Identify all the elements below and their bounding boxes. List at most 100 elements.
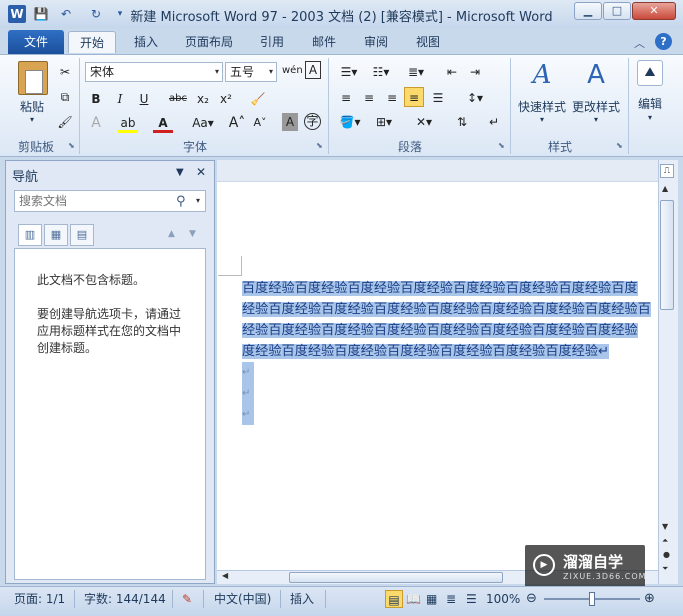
font-family-combo[interactable]: 宋体 ▾	[85, 62, 223, 82]
paragraph-mark[interactable]: ↵	[242, 404, 254, 425]
nav-tab-headings-icon[interactable]: ▥	[18, 224, 42, 246]
horizontal-scroll-thumb[interactable]	[289, 572, 503, 583]
copy-icon[interactable]: ⧉	[55, 87, 75, 107]
nav-tab-results-icon[interactable]: ▤	[70, 224, 94, 246]
full-screen-reading-view-icon[interactable]: 📖	[406, 590, 421, 608]
previous-page-icon[interactable]: ⏶	[662, 536, 668, 546]
document-page[interactable]	[217, 160, 658, 570]
tab-references[interactable]: 引用	[252, 31, 292, 53]
minimize-ribbon-icon[interactable]: ︿	[634, 35, 645, 51]
shading-icon[interactable]: 🪣▾	[336, 112, 364, 132]
status-insert-mode[interactable]: 插入	[290, 590, 314, 608]
close-button[interactable]: ✕	[632, 2, 676, 20]
status-zoom-level[interactable]: 100%	[486, 590, 520, 608]
strikethrough-icon[interactable]: abc	[168, 89, 188, 109]
print-layout-view-icon[interactable]: ▤	[385, 590, 403, 608]
status-page-count[interactable]: 页面: 1/1	[14, 590, 65, 608]
character-border-icon[interactable]: A	[305, 61, 321, 79]
cut-icon[interactable]: ✂	[55, 62, 75, 82]
zoom-in-icon[interactable]: ⊕	[644, 590, 655, 608]
tab-insert[interactable]: 插入	[124, 31, 168, 53]
quick-styles-icon[interactable]: A	[526, 60, 558, 92]
line-spacing-icon[interactable]: ↕▾	[462, 88, 488, 108]
nav-tab-pages-icon[interactable]: ▦	[44, 224, 68, 246]
editing-button[interactable]: 编辑	[632, 95, 668, 112]
document-line[interactable]: 度经验百度经验百度经验百度经验百度经验百度经验百度经验↵	[242, 341, 658, 362]
paste-button[interactable]: 粘贴	[14, 98, 50, 115]
highlight-color-icon[interactable]: ab	[118, 113, 138, 133]
change-styles-dropdown-icon[interactable]: ▾	[590, 115, 602, 124]
bullets-icon[interactable]: ☰▾	[336, 62, 362, 82]
align-left-icon[interactable]: ≡	[336, 88, 356, 108]
quick-styles-dropdown-icon[interactable]: ▾	[536, 115, 548, 124]
font-launcher-icon[interactable]: ⬊	[316, 141, 325, 150]
paragraph-mark[interactable]: ↵	[242, 383, 254, 404]
nav-options-icon[interactable]: ▼	[176, 167, 184, 178]
scroll-left-icon[interactable]: ◀	[222, 571, 228, 580]
distributed-icon[interactable]: ☰	[428, 88, 448, 108]
subscript-icon[interactable]: x₂	[193, 89, 213, 109]
underline-icon[interactable]: U	[134, 89, 154, 109]
scroll-up-icon[interactable]: ▲	[662, 184, 668, 193]
nav-close-icon[interactable]: ✕	[196, 165, 206, 179]
align-right-icon[interactable]: ≡	[382, 88, 402, 108]
status-language[interactable]: 中文(中国)	[214, 590, 271, 608]
tab-file[interactable]: 文件	[8, 30, 64, 54]
maximize-button[interactable]: □	[603, 2, 631, 20]
shrink-font-icon[interactable]: A˅	[250, 113, 270, 133]
justify-icon[interactable]: ≡	[404, 87, 424, 107]
scroll-down-icon[interactable]: ▼	[662, 522, 668, 531]
select-browse-object-icon[interactable]: ●	[663, 550, 670, 559]
editing-dropdown-icon[interactable]: ▾	[644, 113, 656, 122]
tab-page-layout[interactable]: 页面布局	[176, 31, 242, 53]
format-painter-icon[interactable]: 🖌	[55, 112, 75, 132]
sort-icon[interactable]: ⇅	[452, 112, 472, 132]
character-shading-icon[interactable]: A	[282, 113, 298, 131]
document-line[interactable]: 百度经验百度经验百度经验百度经验百度经验百度经验百度经验百度	[242, 278, 658, 299]
increase-indent-icon[interactable]: ⇥	[465, 62, 485, 82]
zoom-slider-thumb[interactable]	[589, 592, 595, 606]
styles-launcher-icon[interactable]: ⬊	[616, 141, 625, 150]
paragraph-launcher-icon[interactable]: ⬊	[498, 141, 507, 150]
clear-formatting-icon[interactable]: 🧹	[248, 89, 268, 109]
phonetic-guide-icon[interactable]: wén	[282, 61, 303, 81]
italic-icon[interactable]: I	[110, 89, 130, 109]
show-marks-icon[interactable]: ↵	[484, 112, 504, 132]
draft-view-icon[interactable]: ☰	[466, 590, 477, 608]
change-styles-button[interactable]: 更改样式	[568, 98, 624, 115]
change-styles-icon[interactable]: A	[580, 60, 612, 92]
vertical-scroll-thumb[interactable]	[660, 200, 674, 310]
document-line[interactable]: 经验百度经验百度经验百度经验百度经验百度经验百度经验百度经验百	[242, 299, 658, 320]
status-word-count[interactable]: 字数: 144/144	[84, 590, 166, 608]
grow-font-icon[interactable]: A˄	[227, 113, 247, 133]
find-binoculars-icon[interactable]: ⛰	[637, 60, 663, 86]
chinese-layout-icon[interactable]: ✕▾	[410, 112, 438, 132]
text-effects-icon[interactable]: A	[86, 113, 106, 133]
paste-icon[interactable]	[18, 61, 48, 95]
outline-view-icon[interactable]: ≣	[446, 590, 456, 608]
borders-icon[interactable]: ⊞▾	[370, 112, 398, 132]
document-line[interactable]: 经验百度经验百度经验百度经验百度经验百度经验百度经验百度经验	[242, 320, 658, 341]
multilevel-list-icon[interactable]: ≣▾	[402, 62, 430, 82]
font-size-combo[interactable]: 五号 ▾	[225, 62, 277, 82]
tab-view[interactable]: 视图	[408, 31, 448, 53]
align-center-icon[interactable]: ≡	[359, 88, 379, 108]
change-case-icon[interactable]: Aa▾	[190, 113, 216, 133]
next-page-icon[interactable]: ⏷	[662, 564, 668, 574]
superscript-icon[interactable]: x²	[216, 89, 236, 109]
paste-dropdown-icon[interactable]: ▾	[26, 115, 38, 124]
numbering-icon[interactable]: ☷▾	[368, 62, 394, 82]
enclose-characters-icon[interactable]: 字	[304, 113, 321, 130]
web-layout-view-icon[interactable]: ▦	[426, 590, 437, 608]
clipboard-launcher-icon[interactable]: ⬊	[68, 141, 77, 150]
ruler-toggle-icon[interactable]: ⎍	[660, 164, 674, 178]
quick-styles-button[interactable]: 快速样式	[514, 98, 570, 115]
tab-mailings[interactable]: 邮件	[304, 31, 344, 53]
bold-icon[interactable]: B	[86, 89, 106, 109]
paragraph-mark[interactable]: ↵	[242, 362, 254, 383]
decrease-indent-icon[interactable]: ⇤	[442, 62, 462, 82]
zoom-out-icon[interactable]: ⊖	[526, 590, 537, 608]
minimize-button[interactable]: ▁	[574, 2, 602, 20]
help-icon[interactable]: ?	[655, 33, 672, 50]
tab-home[interactable]: 开始	[68, 31, 116, 53]
